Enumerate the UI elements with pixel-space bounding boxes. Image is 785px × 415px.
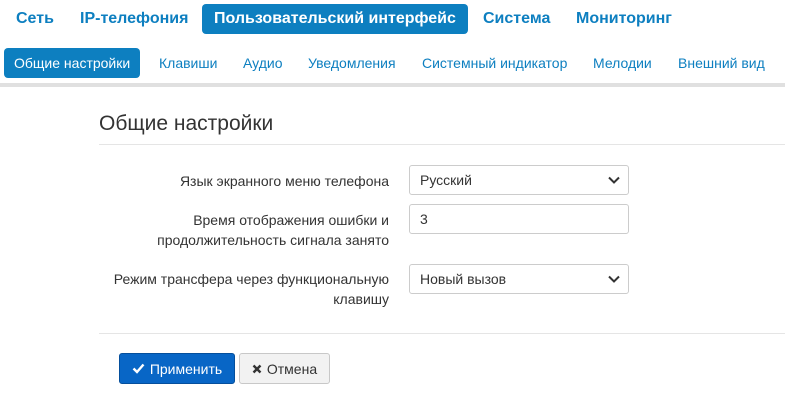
language-select-value: Русский: [420, 172, 472, 188]
subtab-melodies[interactable]: Мелодии: [583, 48, 662, 78]
tab-network[interactable]: Сеть: [4, 4, 66, 34]
transfer-mode-label: Режим трансфера через функциональную кла…: [113, 271, 389, 307]
language-select[interactable]: Русский: [409, 165, 629, 195]
apply-button[interactable]: Применить: [119, 353, 235, 384]
language-label: Язык экранного меню телефона: [179, 173, 389, 189]
times-icon: [252, 364, 262, 374]
cancel-button-label: Отмена: [266, 360, 318, 377]
error-time-input[interactable]: 3: [409, 204, 629, 234]
subtab-system-indicator[interactable]: Системный индикатор: [412, 48, 577, 78]
transfer-mode-select[interactable]: Новый вызов: [409, 264, 629, 294]
tab-monitoring[interactable]: Мониторинг: [564, 4, 684, 34]
top-navigation: Сеть IP-телефония Пользовательский интер…: [0, 0, 785, 40]
chevron-down-icon: [608, 265, 620, 293]
subtab-general-settings[interactable]: Общие настройки: [4, 48, 141, 78]
apply-button-label: Применить: [149, 360, 223, 377]
tab-user-interface[interactable]: Пользовательский интерфейс: [202, 4, 468, 34]
chevron-down-icon: [608, 166, 620, 194]
error-time-label: Время отображения ошибки и продолжительн…: [157, 212, 389, 248]
subtab-audio[interactable]: Аудио: [233, 48, 293, 78]
nav-divider: [0, 83, 785, 87]
subtab-appearance[interactable]: Внешний вид: [668, 48, 775, 78]
title-divider: [99, 144, 785, 145]
subtab-keys[interactable]: Клавиши: [149, 48, 227, 78]
tab-system[interactable]: Система: [471, 4, 562, 34]
subtab-notifications[interactable]: Уведомления: [298, 48, 406, 78]
cancel-button[interactable]: Отмена: [239, 353, 330, 384]
tab-ip-telephony[interactable]: IP-телефония: [68, 4, 200, 34]
check-icon: [132, 363, 145, 374]
sub-navigation: Общие настройки Клавиши Аудио Уведомлени…: [0, 46, 785, 80]
form-divider: [99, 333, 785, 334]
transfer-mode-select-value: Новый вызов: [420, 271, 507, 287]
page-title: Общие настройки: [99, 112, 274, 135]
